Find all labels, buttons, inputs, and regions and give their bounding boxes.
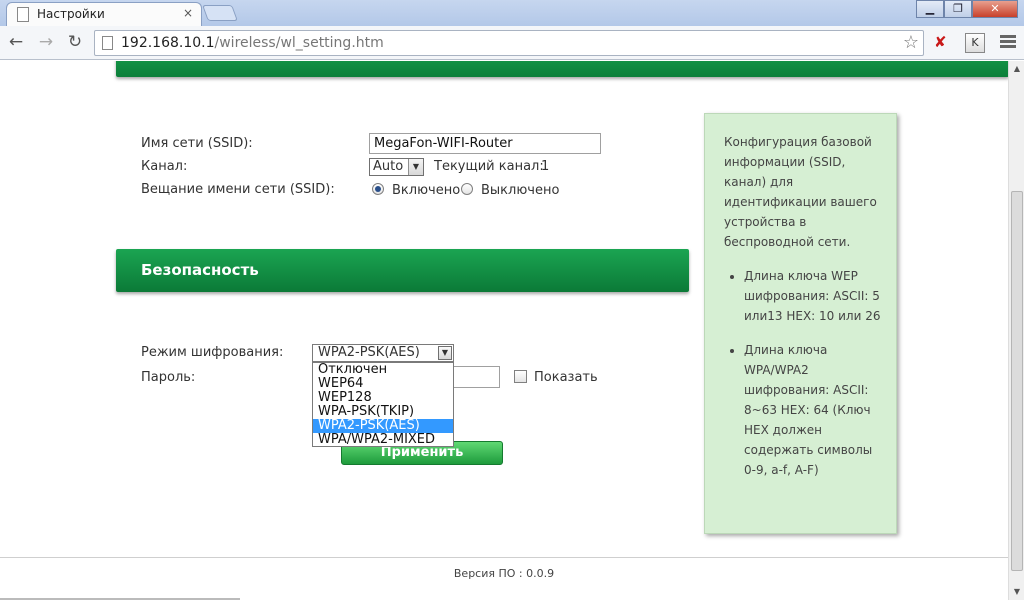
restore-button[interactable]: ❐ [944,0,972,18]
help-panel: Конфигурация базовой информации (SSID, к… [704,113,897,534]
broadcast-off-radio[interactable] [461,183,473,195]
broadcast-on-radio[interactable] [372,183,384,195]
page-content: Имя сети (SSID): MegaFon-WIFI-Router Кан… [0,61,1008,600]
chevron-down-icon: ▼ [408,159,423,175]
channel-label: Канал: [141,159,188,174]
security-title: Безопасность [141,261,259,279]
close-window-button[interactable]: ✕ [972,0,1018,18]
channel-select[interactable]: Auto ▼ [369,158,424,176]
tab-close-icon[interactable]: × [183,6,193,20]
bookmark-star-icon[interactable]: ☆ [903,32,919,53]
url-text: 192.168.10.1/wireless/wl_setting.htm [121,35,384,51]
new-tab-button[interactable] [202,5,238,21]
scroll-up-icon[interactable]: ▲ [1009,61,1024,77]
encryption-value: WPA2-PSK(AES) [318,345,420,360]
channel-value: Auto [373,159,404,174]
browser-tab[interactable]: Настройки × [6,2,202,26]
page-icon [102,36,113,50]
minimize-button[interactable]: ▁ [916,0,944,18]
reload-icon[interactable]: ↻ [64,32,86,54]
help-wep-note: Длина ключа WEP шифрования: ASCII: 5 или… [744,266,884,326]
current-channel-label: Текущий канал: [434,159,544,174]
current-channel-value: 1 [541,159,550,174]
broadcast-label: Вещание имени сети (SSID): [141,182,335,197]
broadcast-off-label: Выключено [481,183,560,198]
page-icon [17,7,29,22]
help-list: Длина ключа WEP шифрования: ASCII: 5 или… [724,266,884,480]
encryption-option[interactable]: WPA/WPA2-MIXED [313,433,453,447]
ssid-input[interactable]: MegaFon-WIFI-Router [369,133,601,154]
encryption-option[interactable]: WEP128 [313,391,453,405]
back-icon[interactable]: ← [5,32,27,54]
chevron-down-icon: ▼ [438,346,452,360]
url-host: 192.168.10.1 [121,35,215,51]
page-scrollbar[interactable]: ▲ ▼ [1008,61,1024,600]
encryption-option-selected[interactable]: WPA2-PSK(AES) [313,419,453,433]
security-section-header: Безопасность [116,249,689,292]
window-controls: ▁ ❐ ✕ [916,0,1018,18]
firmware-version: Версия ПО : 0.0.9 [453,567,555,580]
kaspersky-k-icon[interactable]: K [965,33,985,53]
footer-divider [0,557,1008,558]
show-password-label: Показать [534,370,598,385]
scroll-down-icon[interactable]: ▼ [1009,584,1024,600]
kaspersky-ext-icon[interactable]: ✘ [934,33,952,51]
browser-titlebar: Настройки × ▁ ❐ ✕ [0,0,1024,26]
ssid-label: Имя сети (SSID): [141,136,253,151]
forward-icon[interactable]: → [35,32,57,54]
encryption-option[interactable]: Отключен [313,363,453,377]
browser-menu-icon[interactable] [998,33,1018,53]
broadcast-on-label: Включено [392,183,461,198]
scrollbar-thumb[interactable] [1011,191,1023,571]
help-wpa-note: Длина ключа WPA/WPA2 шифрования: ASCII: … [744,340,884,480]
encryption-option[interactable]: WEP64 [313,377,453,391]
address-bar[interactable]: 192.168.10.1/wireless/wl_setting.htm ☆ [94,30,924,56]
wireless-section-header [116,61,1008,77]
browser-toolbar: ← → ↻ 192.168.10.1/wireless/wl_setting.h… [0,26,1024,60]
tab-title: Настройки [37,7,105,21]
help-intro: Конфигурация базовой информации (SSID, к… [724,135,877,249]
password-label: Пароль: [141,370,196,385]
encryption-label: Режим шифрования: [141,345,284,360]
encryption-dropdown: Отключен WEP64 WEP128 WPA-PSK(TKIP) WPA2… [312,362,454,447]
show-password-checkbox[interactable] [514,370,527,383]
encryption-option[interactable]: WPA-PSK(TKIP) [313,405,453,419]
encryption-select[interactable]: WPA2-PSK(AES) ▼ [312,344,454,362]
url-path: /wireless/wl_setting.htm [214,35,384,51]
